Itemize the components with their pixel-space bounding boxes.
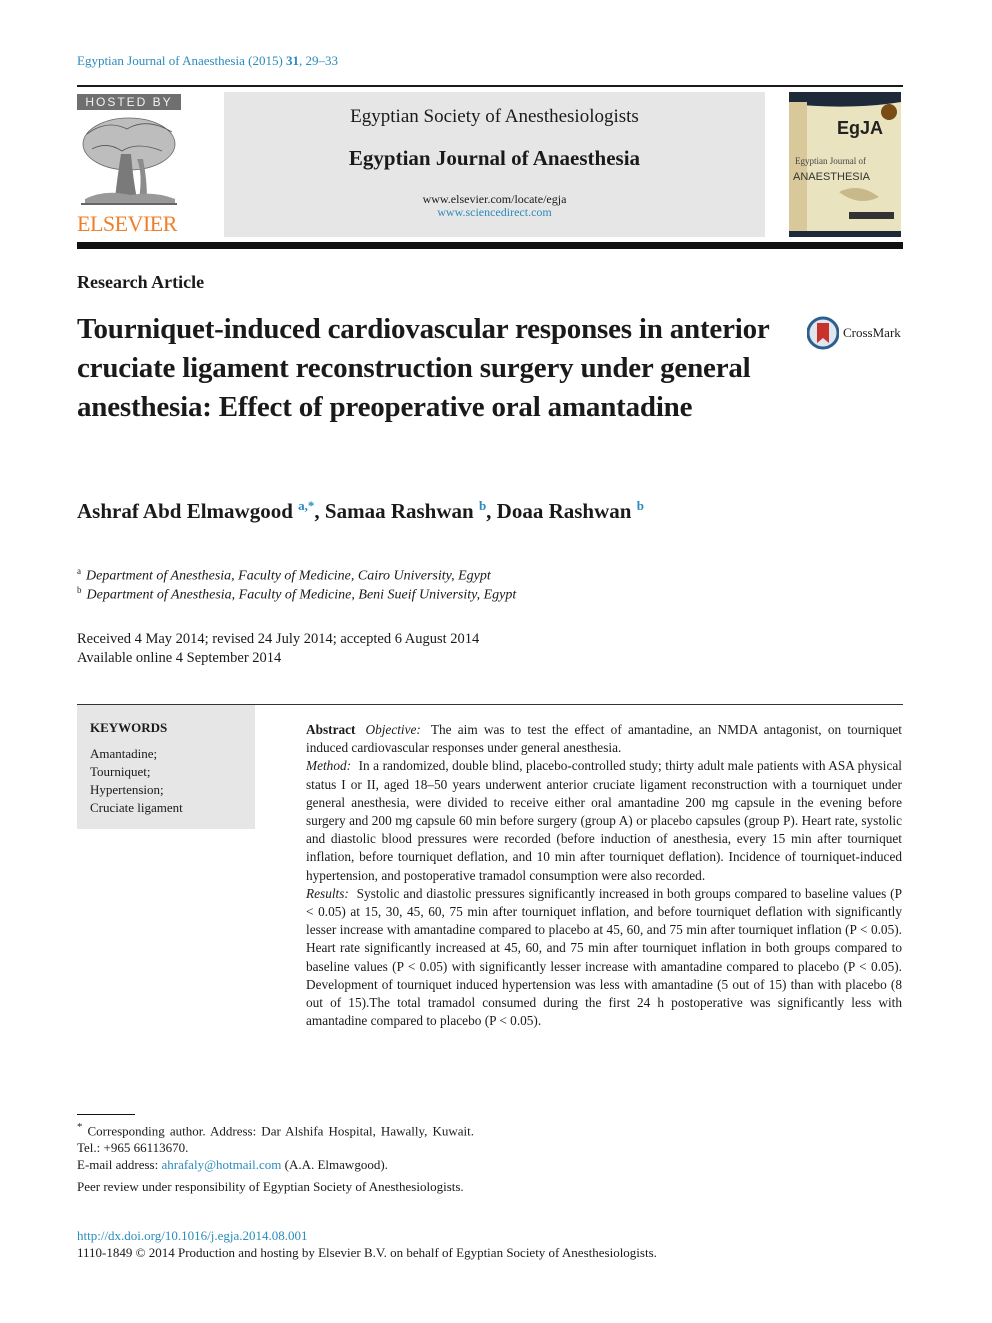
sciencedirect-link[interactable]: www.sciencedirect.com <box>224 205 765 220</box>
author-name[interactable]: Ashraf Abd Elmawgood <box>77 499 293 523</box>
doi-link[interactable]: http://dx.doi.org/10.1016/j.egja.2014.08… <box>77 1228 308 1244</box>
journal-citation[interactable]: Egyptian Journal of Anaesthesia (2015) 3… <box>77 53 338 69</box>
keywords-box: KEYWORDS Amantadine; Tourniquet; Hyperte… <box>77 705 255 829</box>
author-name[interactable]: Doaa Rashwan <box>497 499 632 523</box>
crossmark-icon <box>807 316 839 350</box>
article-dates: Received 4 May 2014; revised 24 July 201… <box>77 630 479 668</box>
footnote-rule <box>77 1114 135 1115</box>
elsevier-logo-text[interactable]: ELSEVIER <box>77 211 177 237</box>
corresponding-author-note: * Corresponding author. Address: Dar Als… <box>77 1121 474 1156</box>
svg-text:EgJA: EgJA <box>837 118 883 138</box>
keywords-list: Amantadine; Tourniquet; Hypertension; Cr… <box>90 745 183 817</box>
abstract: Abstract Objective: The aim was to test t… <box>306 721 902 1030</box>
keyword-item: Hypertension; <box>90 782 164 797</box>
society-name: Egyptian Society of Anesthesiologists <box>350 106 639 127</box>
keyword-item: Amantadine; <box>90 746 158 761</box>
online-date: Available online 4 September 2014 <box>77 650 282 666</box>
article-title: Tourniquet-induced cardiovascular respon… <box>77 313 770 423</box>
author-list: Ashraf Abd Elmawgood a,*, Samaa Rashwan … <box>77 498 644 523</box>
keyword-item: Cruciate ligament <box>90 800 183 815</box>
journal-cover-icon: EgJA Egyptian Journal of ANAESTHESIA <box>789 92 901 237</box>
keywords-title: KEYWORDS <box>90 720 168 735</box>
header-thick-rule <box>77 242 903 249</box>
svg-text:ANAESTHESIA: ANAESTHESIA <box>793 171 871 183</box>
svg-text:Egyptian Journal of: Egyptian Journal of <box>795 156 866 166</box>
affiliation: b Department of Anesthesia, Faculty of Me… <box>77 585 517 603</box>
abstract-objective: Abstract Objective: The aim was to test t… <box>306 722 902 756</box>
crossmark-button[interactable]: CrossMark <box>807 315 901 351</box>
email-link[interactable]: ahrafaly@hotmail.com <box>161 1157 281 1172</box>
journal-banner: Egyptian Society of Anesthesiologists Eg… <box>224 92 765 237</box>
journal-cover-image[interactable]: EgJA Egyptian Journal of ANAESTHESIA <box>789 92 901 237</box>
footnotes: * Corresponding author. Address: Dar Als… <box>77 1119 474 1195</box>
abstract-heading: Abstract <box>306 722 356 737</box>
hosted-by-label: HOSTED BY <box>77 94 181 110</box>
keyword-item: Tourniquet; <box>90 764 151 779</box>
crossmark-label: CrossMark <box>843 325 901 340</box>
email-note: E-mail address: ahrafaly@hotmail.com (A.… <box>77 1157 388 1173</box>
copyright-notice: 1110-1849 © 2014 Production and hosting … <box>77 1245 657 1260</box>
author-affiliation-marker[interactable]: a,* <box>298 498 314 513</box>
volume: 31 <box>286 53 300 68</box>
article-type: Research Article <box>77 272 205 292</box>
abstract-results: Results: Systolic and diastolic pressure… <box>306 885 902 1029</box>
peer-review-note: Peer review under responsibility of Egyp… <box>77 1179 464 1195</box>
author-name[interactable]: Samaa Rashwan <box>325 499 474 523</box>
header-rule <box>77 85 903 87</box>
article-history: Received 4 May 2014; revised 24 July 201… <box>77 631 480 647</box>
author-affiliation-marker[interactable]: b <box>479 498 486 513</box>
journal-name: Egyptian Journal of Anaesthesia <box>348 146 641 170</box>
author-affiliation-marker[interactable]: b <box>637 498 644 513</box>
elsevier-tree-logo-icon <box>77 114 181 209</box>
abstract-method: Method: In a randomized, double blind, p… <box>306 758 902 883</box>
affiliation: a Department of Anesthesia, Faculty of Me… <box>77 566 491 584</box>
